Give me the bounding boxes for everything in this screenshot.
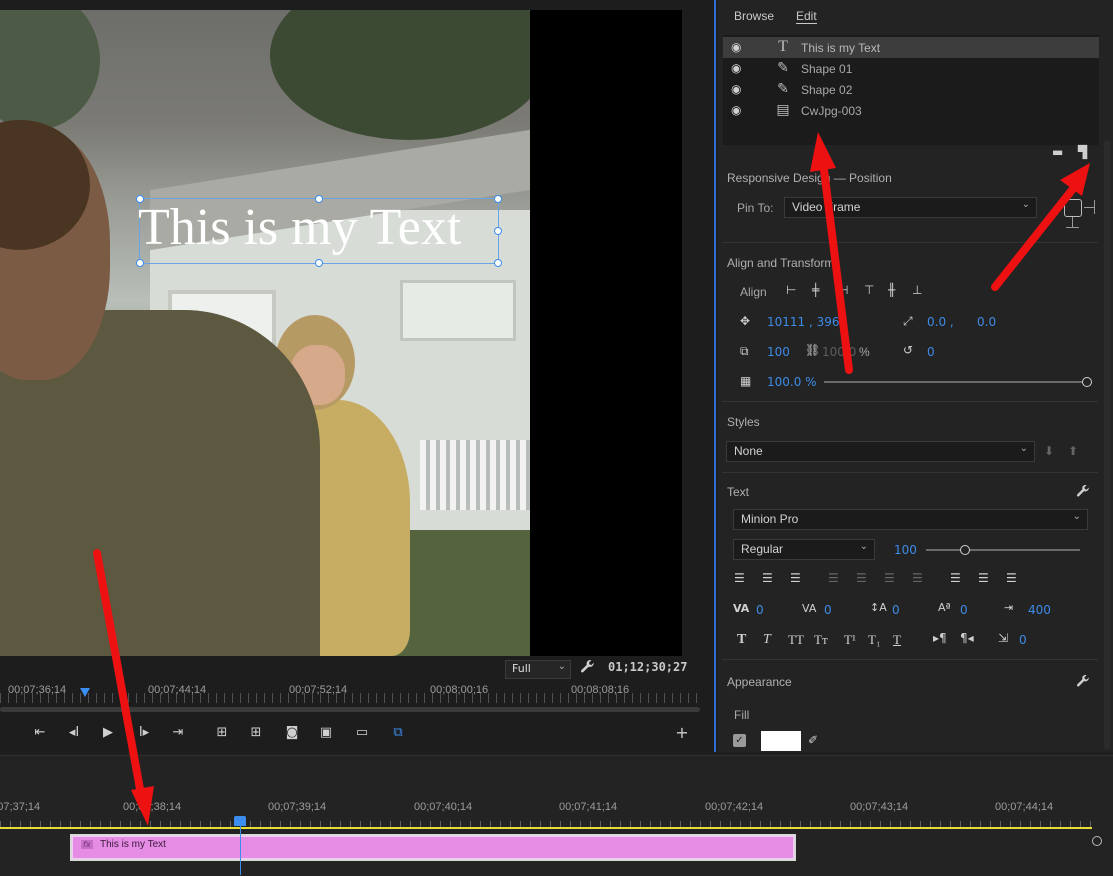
annotation-arrows [93,132,1090,826]
arrow-to-new-layer [991,186,1076,291]
arrow-to-clip [93,549,146,804]
arrowhead [131,786,154,826]
arrowhead [810,132,836,172]
arrow-to-layers [820,166,853,374]
